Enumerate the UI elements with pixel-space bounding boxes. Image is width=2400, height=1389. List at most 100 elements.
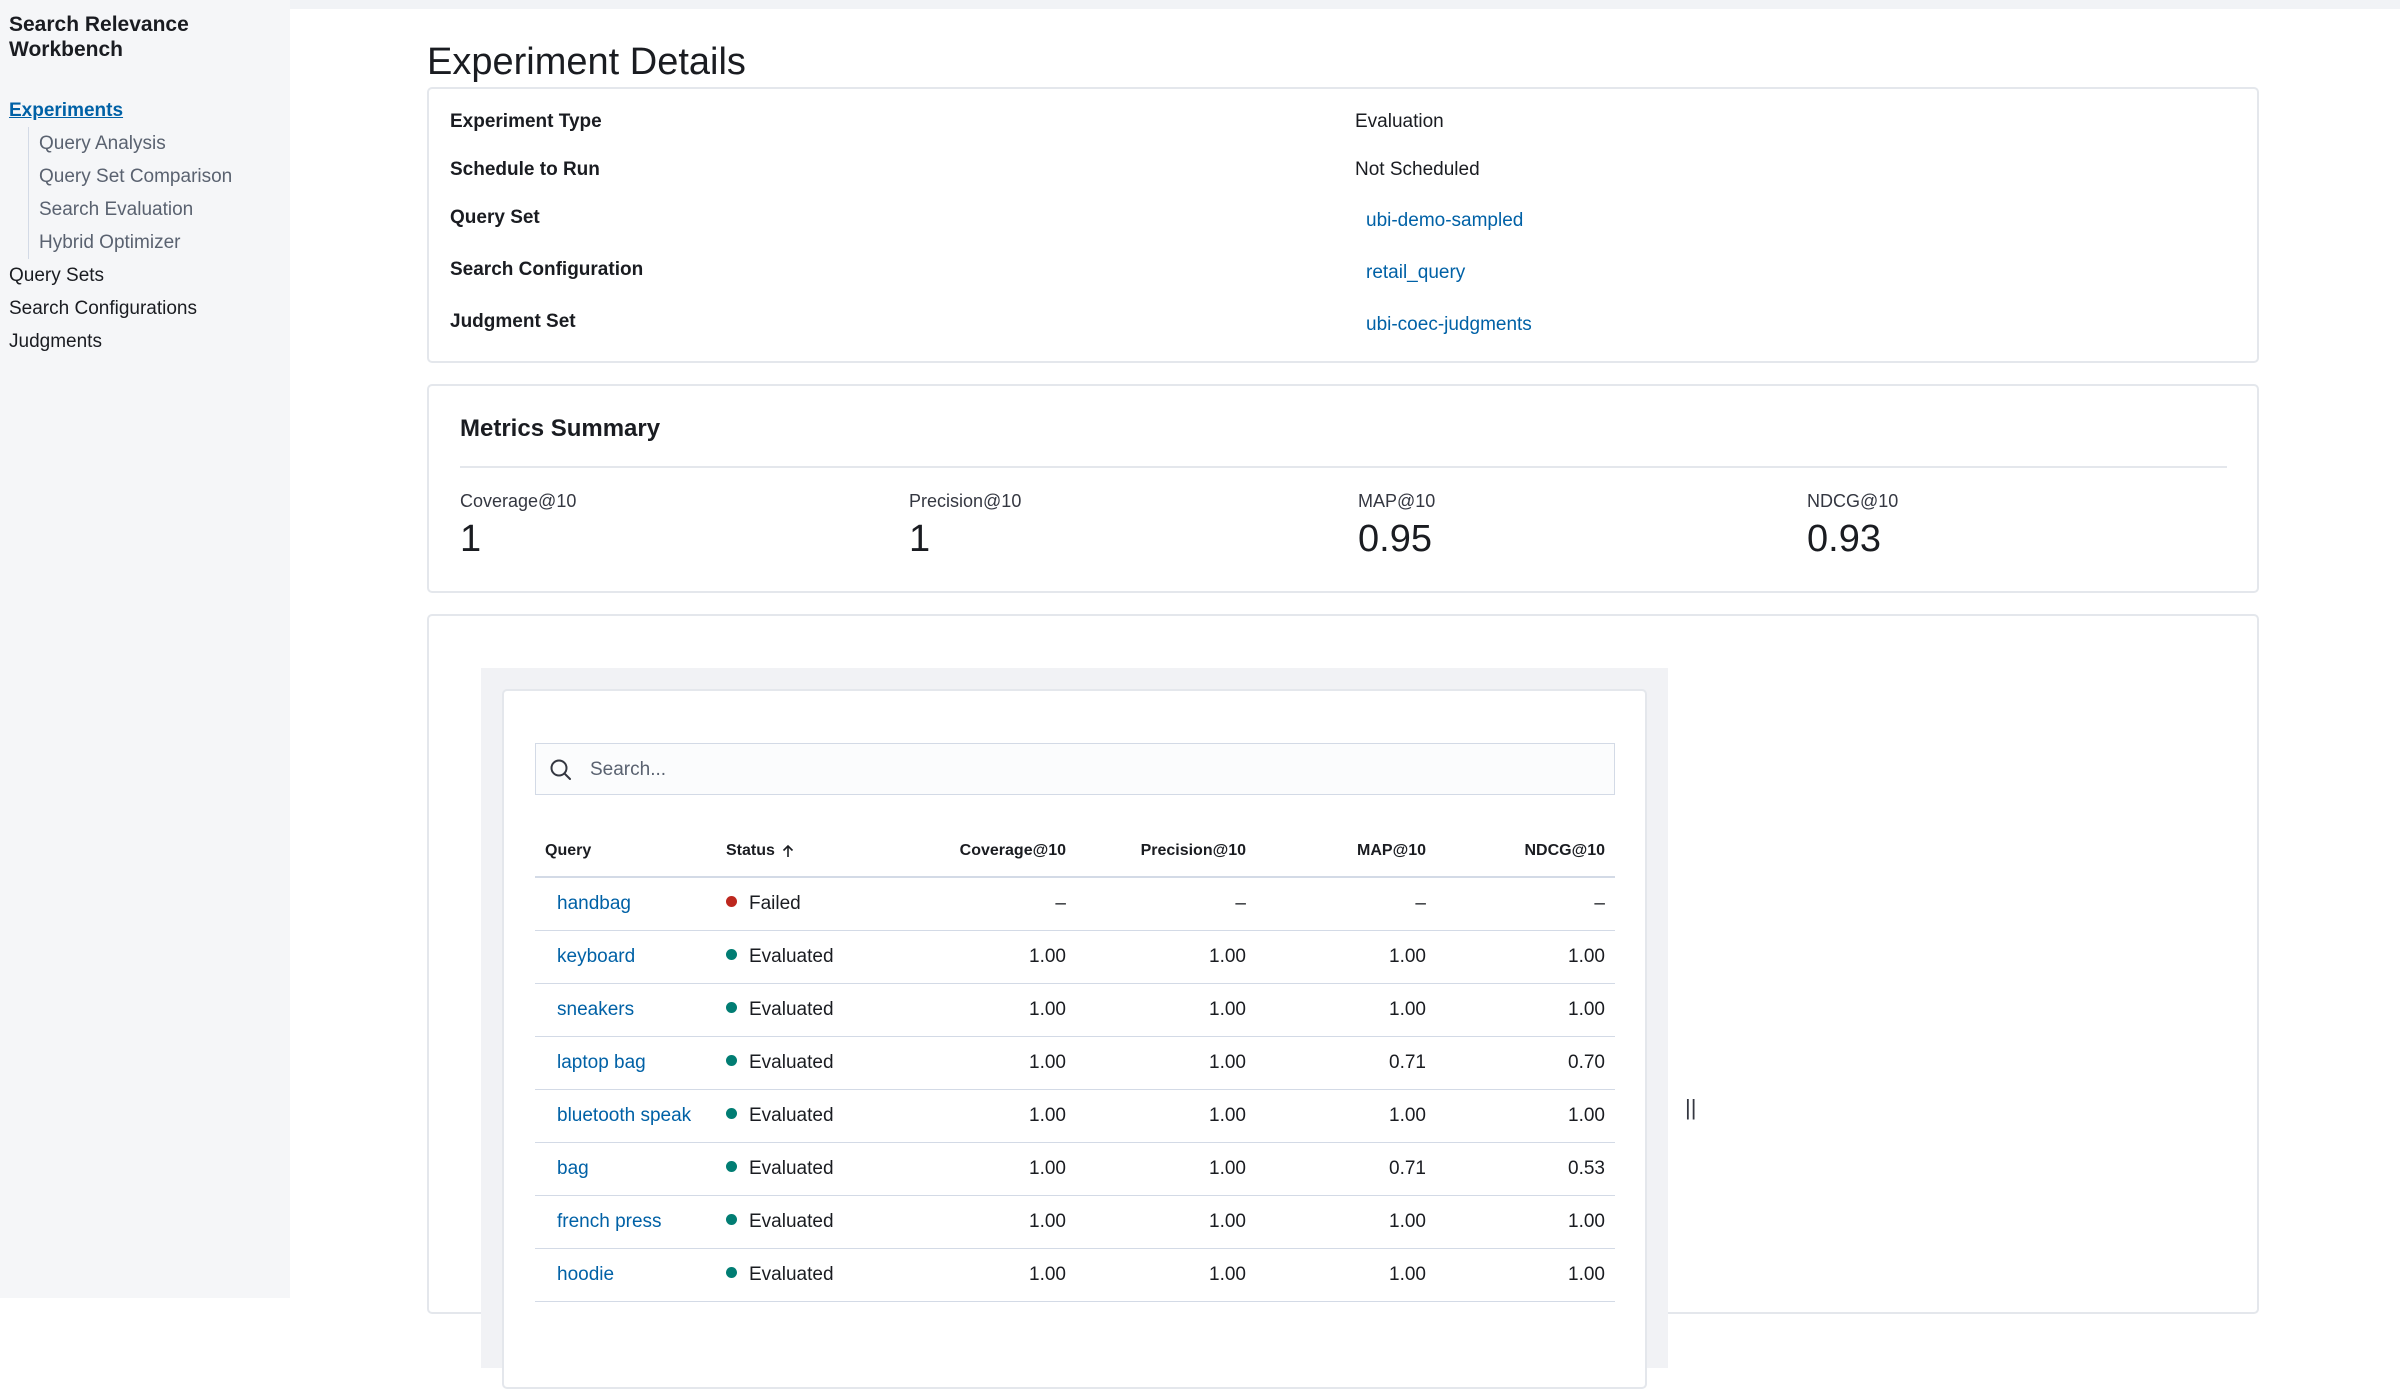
column-header-coverage[interactable]: Coverage@10: [897, 826, 1076, 878]
column-header-label: Coverage@10: [959, 842, 1066, 859]
metric-value: 1: [909, 518, 931, 560]
main-content: Experiment Details Experiment Type Evalu…: [290, 9, 2400, 1389]
query-link[interactable]: bluetooth speak: [535, 1089, 716, 1143]
coverage-cell: 1.00: [897, 930, 1076, 984]
column-header-ndcg[interactable]: NDCG@10: [1436, 826, 1615, 878]
query-link[interactable]: bag: [535, 1142, 716, 1196]
query-link[interactable]: french press: [535, 1195, 716, 1249]
metric-map: MAP@10 0.95: [1358, 491, 1435, 561]
search-configuration-link[interactable]: retail_query: [1366, 262, 1465, 284]
metric-precision: Precision@10 1: [909, 491, 1021, 561]
detail-row-query-set: Query Set ubi-demo-sampled: [429, 207, 2257, 247]
status-evaluated-dot: [726, 1002, 737, 1014]
query-set-link[interactable]: ubi-demo-sampled: [1366, 210, 1523, 232]
page-title: Experiment Details: [427, 41, 746, 83]
column-header-map[interactable]: MAP@10: [1256, 826, 1436, 878]
status-evaluated-dot: [726, 1108, 737, 1120]
column-header-query[interactable]: Query: [535, 826, 716, 878]
metric-label: MAP@10: [1358, 491, 1436, 511]
column-header-status[interactable]: Status: [716, 826, 897, 878]
status-evaluated-dot: [726, 1055, 737, 1067]
column-header-label: MAP@10: [1357, 842, 1426, 859]
judgment-set-link[interactable]: ubi-coec-judgments: [1366, 314, 1532, 336]
precision-cell: 1.00: [1076, 983, 1256, 1037]
ndcg-cell: 0.53: [1436, 1142, 1615, 1196]
coverage-cell: 1.00: [897, 1036, 1076, 1090]
status-label: Evaluated: [749, 1052, 834, 1073]
top-strip: [0, 0, 2400, 9]
coverage-cell: 1.00: [897, 1089, 1076, 1143]
nav-item-hybrid-optimizer[interactable]: Hybrid Optimizer: [39, 226, 281, 259]
experiment-details-panel: Experiment Type Evaluation Schedule to R…: [427, 87, 2259, 363]
coverage-cell: 1.00: [897, 1142, 1076, 1196]
nav-item-judgments[interactable]: Judgments: [9, 325, 281, 358]
query-link[interactable]: handbag: [535, 877, 716, 931]
detail-label: Schedule to Run: [450, 159, 600, 180]
resize-handle[interactable]: ||: [1685, 1095, 1696, 1121]
detail-label: Search Configuration: [450, 259, 644, 280]
precision-cell: 1.00: [1076, 1142, 1256, 1196]
column-header-label: NDCG@10: [1524, 842, 1605, 859]
table-row: hoodie Evaluated 1.00 1.00 1.00 1.00: [535, 1248, 1615, 1302]
results-card: Query Status Coverage@10 Precision@10 MA…: [502, 689, 1647, 1389]
detail-label: Judgment Set: [450, 311, 576, 332]
ndcg-cell: 1.00: [1436, 983, 1615, 1037]
metric-value: 0.93: [1807, 518, 1881, 560]
table-row: bluetooth speak Evaluated 1.00 1.00 1.00…: [535, 1089, 1615, 1143]
metric-coverage: Coverage@10 1: [460, 491, 576, 561]
map-cell: 0.71: [1256, 1036, 1436, 1090]
status-cell: Evaluated: [716, 1036, 897, 1090]
status-label: Evaluated: [749, 946, 834, 967]
query-link[interactable]: hoodie: [535, 1248, 716, 1302]
status-label: Evaluated: [749, 1264, 834, 1285]
map-cell: –: [1256, 877, 1436, 931]
nav-item-query-sets[interactable]: Query Sets: [9, 259, 281, 292]
nav-subgroup-experiments: Query Analysis Query Set Comparison Sear…: [28, 127, 281, 259]
column-header-label: Query: [545, 842, 592, 859]
query-link[interactable]: sneakers: [535, 983, 716, 1037]
query-results-panel: Query Status Coverage@10 Precision@10 MA…: [427, 614, 2259, 1389]
table-row: handbag Failed – – – –: [535, 877, 1615, 931]
search-input[interactable]: [588, 744, 1602, 796]
nav-item-query-set-comparison[interactable]: Query Set Comparison: [39, 160, 281, 193]
table-header-row: Query Status Coverage@10 Precision@10 MA…: [535, 826, 1615, 878]
status-cell: Evaluated: [716, 930, 897, 984]
query-link[interactable]: laptop bag: [535, 1036, 716, 1090]
metric-label: NDCG@10: [1807, 491, 1899, 511]
coverage-cell: 1.00: [897, 983, 1076, 1037]
nav-item-query-analysis[interactable]: Query Analysis: [39, 127, 281, 160]
precision-cell: 1.00: [1076, 1248, 1256, 1302]
metrics-summary-panel: Metrics Summary Coverage@10 1 Precision@…: [427, 384, 2259, 593]
query-link[interactable]: keyboard: [535, 930, 716, 984]
precision-cell: 1.00: [1076, 1036, 1256, 1090]
detail-label: Experiment Type: [450, 111, 602, 132]
sort-ascending-icon: [782, 844, 793, 857]
status-failed-dot: [726, 896, 737, 908]
table-row: sneakers Evaluated 1.00 1.00 1.00 1.00: [535, 983, 1615, 1037]
detail-row-search-configuration: Search Configuration retail_query: [429, 259, 2257, 299]
coverage-cell: 1.00: [897, 1195, 1076, 1249]
status-cell: Failed: [716, 877, 897, 931]
status-cell: Evaluated: [716, 1089, 897, 1143]
nav-item-search-configurations[interactable]: Search Configurations: [9, 292, 281, 325]
map-cell: 1.00: [1256, 1195, 1436, 1249]
detail-label: Query Set: [450, 207, 540, 228]
map-cell: 0.71: [1256, 1142, 1436, 1196]
map-cell: 1.00: [1256, 1089, 1436, 1143]
status-label: Failed: [749, 893, 801, 914]
status-evaluated-dot: [726, 1161, 737, 1173]
status-evaluated-dot: [726, 1214, 737, 1226]
divider: [460, 466, 2227, 468]
nav-item-experiments[interactable]: Experiments: [9, 94, 281, 127]
status-label: Evaluated: [749, 1211, 834, 1232]
precision-cell: 1.00: [1076, 930, 1256, 984]
detail-value: Not Scheduled: [1355, 159, 1480, 180]
detail-value: Evaluation: [1355, 111, 1444, 132]
column-header-precision[interactable]: Precision@10: [1076, 826, 1256, 878]
map-cell: 1.00: [1256, 983, 1436, 1037]
nav-item-search-evaluation[interactable]: Search Evaluation: [39, 193, 281, 226]
map-cell: 1.00: [1256, 1248, 1436, 1302]
metric-value: 1: [460, 518, 482, 560]
ndcg-cell: 1.00: [1436, 1195, 1615, 1249]
status-evaluated-dot: [726, 1267, 737, 1279]
